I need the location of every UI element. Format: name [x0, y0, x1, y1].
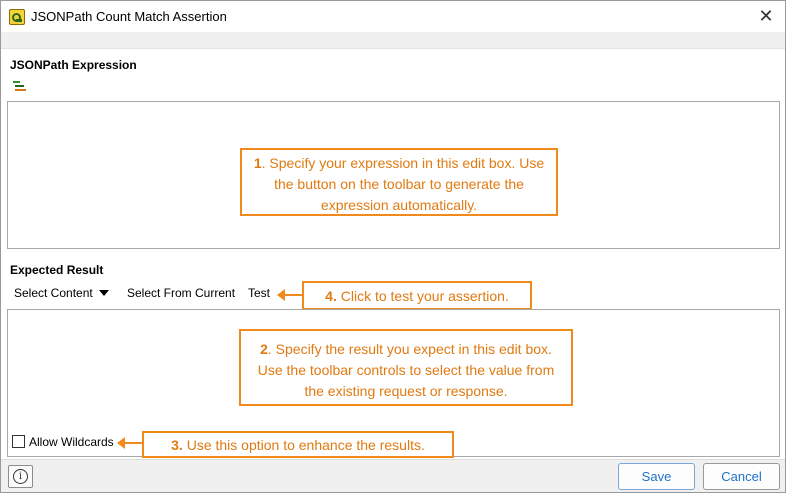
callout-1-number: 1 — [253, 155, 262, 171]
callout-expression: 1. Specify your expression in this edit … — [240, 148, 558, 216]
arrow-left-icon — [277, 289, 302, 301]
caret-down-icon[interactable] — [99, 290, 109, 296]
window-title: JSONPath Count Match Assertion — [31, 9, 227, 24]
info-button[interactable]: i — [8, 465, 33, 488]
callout-3-number: 3. — [171, 437, 183, 453]
app-logo-icon — [9, 9, 25, 25]
generate-expression-icon[interactable] — [13, 81, 26, 92]
expected-result-label: Expected Result — [10, 263, 104, 277]
callout-2-text: . Specify the result you expect in this … — [257, 341, 555, 399]
info-icon: i — [13, 469, 28, 484]
callout-2-number: 2 — [260, 341, 268, 357]
callout-test: 4. Click to test your assertion. — [302, 281, 532, 310]
callout-4-number: 4. — [325, 288, 337, 304]
jsonpath-expression-label: JSONPath Expression — [10, 58, 137, 72]
dialog-window: JSONPath Count Match Assertion ✕ JSONPat… — [0, 0, 786, 493]
arrow-left-icon — [117, 437, 142, 449]
callout-4-text: Click to test your assertion. — [336, 288, 509, 304]
select-from-current-button[interactable]: Select From Current — [127, 286, 235, 300]
header-band — [1, 32, 785, 49]
close-button[interactable]: ✕ — [753, 5, 779, 27]
cancel-button[interactable]: Cancel — [703, 463, 780, 490]
allow-wildcards-label[interactable]: Allow Wildcards — [29, 435, 114, 449]
save-button[interactable]: Save — [618, 463, 695, 490]
select-content-dropdown[interactable]: Select Content — [14, 286, 93, 300]
allow-wildcards-checkbox[interactable] — [12, 435, 25, 448]
title-bar: JSONPath Count Match Assertion ✕ — [1, 1, 785, 32]
callout-wildcards: 3. Use this option to enhance the result… — [142, 431, 454, 458]
test-button[interactable]: Test — [248, 286, 270, 300]
callout-1-text: . Specify your expression in this edit b… — [261, 155, 545, 213]
callout-3-text: Use this option to enhance the results. — [182, 437, 425, 453]
callout-expected-result: 2. Specify the result you expect in this… — [239, 329, 573, 406]
dialog-footer: i Save Cancel — [1, 459, 785, 492]
